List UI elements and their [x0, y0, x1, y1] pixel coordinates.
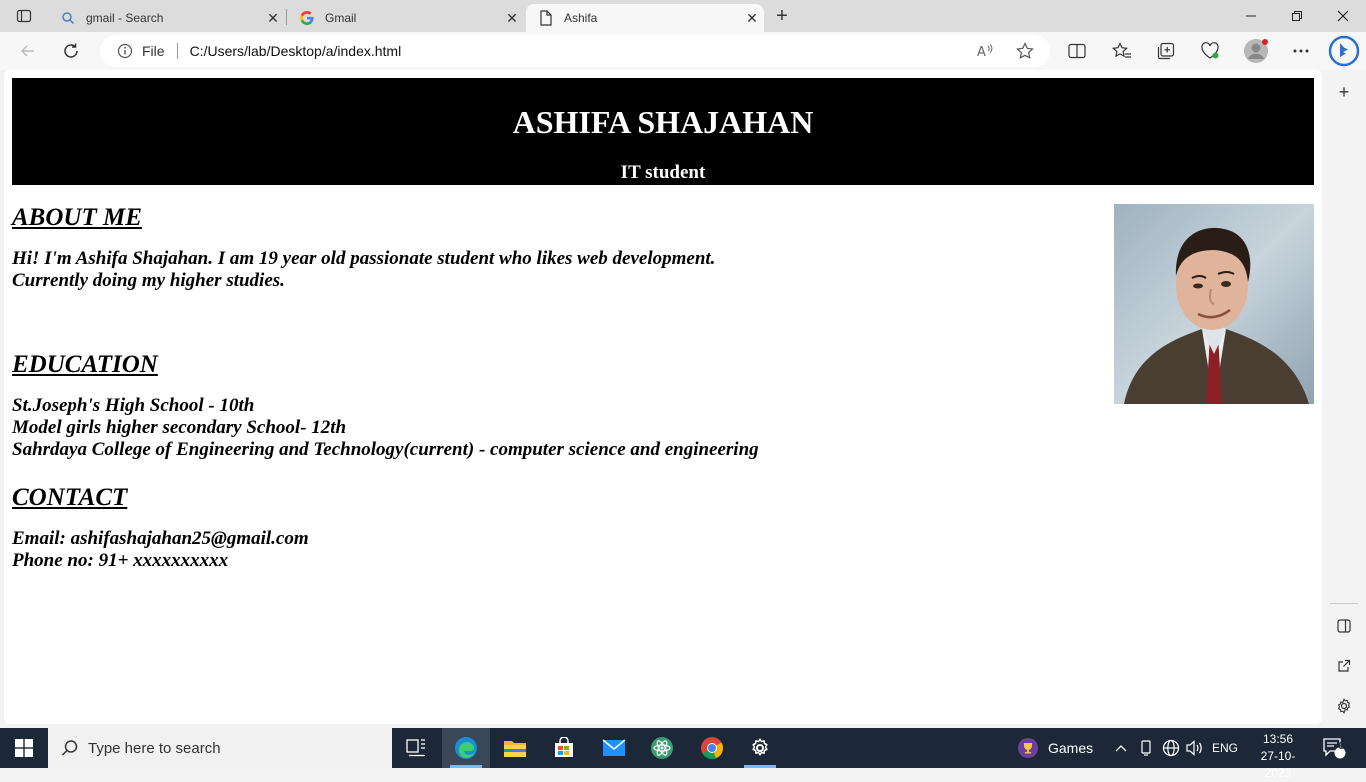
tab-ashifa-active[interactable]: Ashifa ✕	[526, 4, 764, 32]
split-screen-icon[interactable]	[1062, 36, 1092, 66]
external-link-icon[interactable]	[1332, 654, 1356, 678]
profile-avatar[interactable]	[1241, 36, 1271, 66]
device-icon[interactable]	[1139, 728, 1153, 768]
taskbar-search-box[interactable]: Type here to search	[48, 728, 392, 768]
mail-icon[interactable]	[590, 728, 638, 768]
url-text[interactable]: C:/Users/lab/Desktop/a/index.html	[190, 43, 402, 59]
atom-app-icon[interactable]	[638, 728, 686, 768]
clock[interactable]: 13:56 27-10-2023	[1250, 731, 1306, 782]
page-viewport: ASHIFA SHAJAHAN IT student ABOUT ME Hi! …	[4, 70, 1322, 724]
games-widget[interactable]: Games	[1016, 728, 1093, 768]
close-tab-icon[interactable]: ✕	[261, 6, 285, 30]
svg-text:A: A	[977, 45, 986, 59]
profile-photo	[1114, 204, 1314, 404]
address-bar[interactable]: File C:/Users/lab/Desktop/a/index.html A	[100, 35, 1050, 67]
minimize-icon[interactable]	[1228, 0, 1274, 32]
document-icon	[538, 10, 554, 26]
volume-icon[interactable]	[1186, 728, 1204, 768]
microsoft-store-icon[interactable]	[540, 728, 588, 768]
edge-sidebar: +	[1322, 70, 1366, 728]
windows-taskbar: Type here to search Games ENG 13:56 27-1…	[0, 728, 1366, 780]
search-icon	[60, 10, 76, 26]
language-indicator[interactable]: ENG	[1212, 728, 1238, 768]
task-view-icon[interactable]	[392, 728, 440, 768]
education-section: EDUCATION St.Joseph's High School - 10th…	[12, 351, 759, 461]
about-heading: ABOUT ME	[12, 204, 142, 231]
tab-strip: gmail - Search ✕ Gmail ✕ Ashifa ✕ +	[0, 0, 1366, 32]
favorite-star-icon[interactable]	[1013, 39, 1037, 63]
google-icon	[299, 10, 315, 26]
clock-date: 27-10-2023	[1260, 749, 1296, 780]
close-tab-icon[interactable]: ✕	[500, 6, 524, 30]
info-icon[interactable]	[116, 42, 134, 60]
address-divider	[176, 43, 178, 59]
about-line: Hi! I'm Ashifa Shajahan. I am 19 year ol…	[12, 248, 716, 269]
favorites-icon[interactable]	[1107, 36, 1137, 66]
tab-actions-icon[interactable]	[8, 4, 40, 28]
chrome-icon[interactable]	[688, 728, 736, 768]
settings-icon[interactable]	[736, 728, 784, 768]
read-aloud-icon[interactable]: A	[974, 39, 998, 63]
games-label: Games	[1048, 740, 1094, 756]
tab-title: Gmail	[325, 11, 357, 25]
notification-count: 6	[1338, 741, 1344, 752]
hide-sidebar-icon[interactable]	[1332, 614, 1356, 638]
tab-title: gmail - Search	[86, 11, 164, 25]
scheme-label: File	[142, 43, 165, 59]
search-icon	[60, 738, 80, 758]
education-line: Sahrdaya College of Engineering and Tech…	[12, 439, 759, 460]
close-tab-icon[interactable]: ✕	[740, 6, 764, 30]
contact-heading: CONTACT	[12, 484, 128, 511]
more-options-icon[interactable]	[1286, 36, 1316, 66]
add-sidebar-app-icon[interactable]: +	[1332, 80, 1356, 104]
browser-toolbar: File C:/Users/lab/Desktop/a/index.html A	[0, 32, 1366, 70]
education-line: St.Joseph's High School - 10th	[12, 395, 255, 416]
about-line: Currently doing my higher studies.	[12, 270, 285, 291]
tab-gmail-search[interactable]: gmail - Search ✕	[48, 4, 285, 32]
restore-icon[interactable]	[1274, 0, 1320, 32]
education-line: Model girls higher secondary School- 12t…	[12, 417, 347, 438]
back-icon[interactable]	[13, 36, 43, 66]
sidebar-divider	[1330, 603, 1358, 604]
contact-phone: Phone no: 91+ xxxxxxxxxx	[12, 550, 229, 571]
page-subtitle: IT student	[620, 162, 706, 183]
contact-section: CONTACT Email: ashifashajahan25@gmail.co…	[12, 484, 309, 572]
tab-gmail[interactable]: Gmail ✕	[287, 4, 524, 32]
windows-start-icon[interactable]	[0, 728, 48, 768]
file-explorer-icon[interactable]	[491, 728, 539, 768]
page-title: ASHIFA SHAJAHAN	[512, 104, 814, 140]
settings-gear-icon[interactable]	[1332, 694, 1356, 718]
clock-time: 13:56	[1262, 732, 1294, 746]
education-heading: EDUCATION	[12, 351, 158, 378]
about-section: ABOUT ME Hi! I'm Ashifa Shajahan. I am 1…	[12, 204, 715, 292]
resume-page: ASHIFA SHAJAHAN IT student ABOUT ME Hi! …	[12, 78, 1314, 571]
bing-copilot-icon[interactable]	[1327, 34, 1361, 68]
new-tab-button[interactable]: +	[768, 4, 796, 28]
browser-essentials-icon[interactable]	[1195, 36, 1225, 66]
notifications-icon[interactable]: 6	[1322, 728, 1346, 768]
header-banner: ASHIFA SHAJAHAN IT student	[12, 78, 1314, 185]
edge-app-icon[interactable]	[442, 728, 490, 768]
close-window-icon[interactable]	[1320, 0, 1366, 32]
trophy-icon	[1016, 736, 1040, 760]
network-globe-icon[interactable]	[1162, 728, 1180, 768]
show-hidden-icons[interactable]	[1114, 728, 1128, 768]
collections-icon[interactable]	[1151, 36, 1181, 66]
tab-title: Ashifa	[564, 11, 598, 25]
search-placeholder: Type here to search	[88, 739, 221, 757]
refresh-icon[interactable]	[56, 36, 86, 66]
contact-email: Email: ashifashajahan25@gmail.com	[12, 528, 309, 549]
